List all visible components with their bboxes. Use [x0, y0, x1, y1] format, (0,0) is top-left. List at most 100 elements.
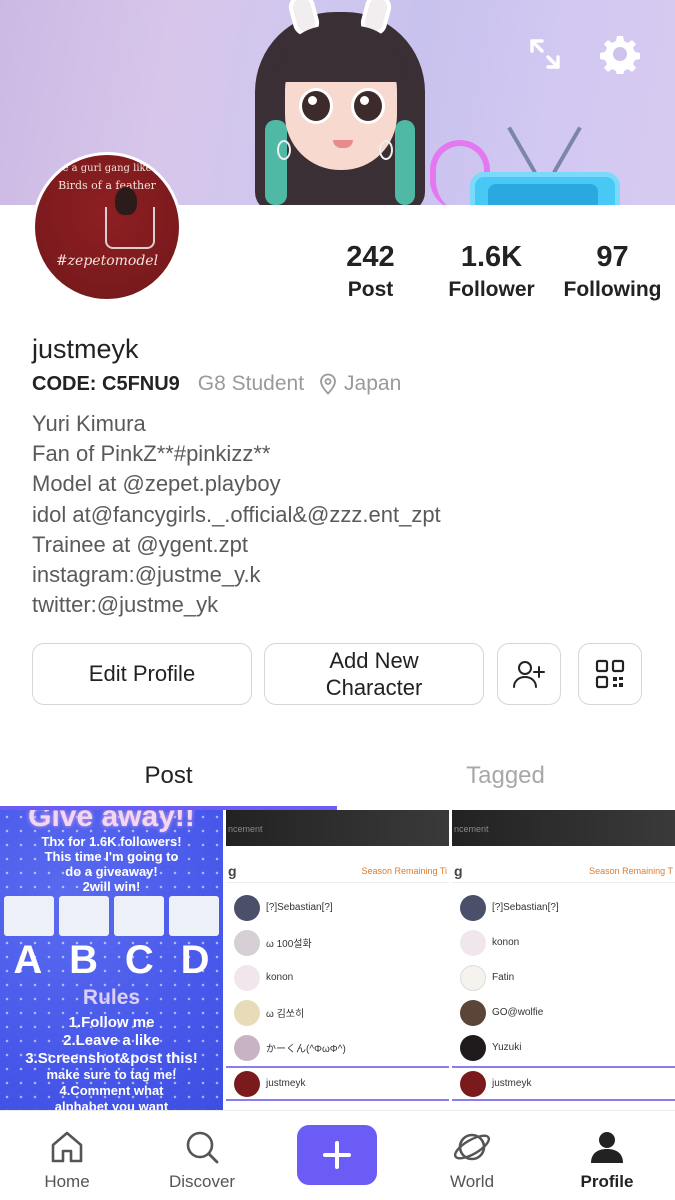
expand-icon	[530, 39, 560, 69]
letter: B	[69, 938, 99, 982]
letter: C	[124, 938, 154, 982]
divider	[226, 882, 449, 883]
bio-line: Model at @zepet.playboy	[32, 471, 281, 497]
ranking-name: justmeyk	[492, 1078, 532, 1089]
bio-line: instagram:@justme_y.k	[32, 562, 261, 588]
user-avatar	[234, 1070, 260, 1097]
search-icon	[186, 1131, 219, 1164]
stat-label: Following	[563, 278, 662, 301]
post-thumbnail-ranking[interactable]: ncement g Season Remaining Ti [?]Sebasti…	[226, 810, 449, 1110]
nav-label: Discover	[168, 1172, 236, 1191]
giveaway-line: do a giveaway!	[65, 864, 158, 879]
bio-line: Fan of PinkZ**#pinkizz**	[32, 441, 271, 467]
ranking-row: konon	[452, 925, 675, 960]
stat-follower[interactable]: 1.6K Follower	[431, 240, 552, 302]
item-necklace-thumbnail	[114, 896, 164, 936]
ranking-name: かーくん(^ΦωΦ^)	[266, 1044, 346, 1055]
ranking-title: g	[454, 863, 463, 879]
expand-button[interactable]	[523, 32, 567, 76]
location-pin-icon	[320, 373, 336, 395]
giveaway-items	[4, 896, 219, 936]
bottom-navigation: Home Discover World Profile	[0, 1110, 675, 1200]
ranking-header: g Season Remaining Ti	[226, 858, 449, 882]
ranking-row: Yuzuki	[452, 1030, 675, 1065]
nav-world[interactable]: World	[412, 1111, 532, 1200]
rule-line: make sure to tag me!	[46, 1067, 177, 1082]
divider	[452, 882, 675, 883]
season-remaining: Season Remaining Ti	[361, 866, 447, 876]
tv-antenna	[552, 126, 582, 174]
edit-profile-label: Edit Profile	[88, 661, 196, 686]
settings-button[interactable]	[598, 32, 642, 76]
giveaway-line: Thx for 1.6K followers!	[41, 834, 182, 849]
qr-code-button[interactable]	[578, 643, 642, 705]
user-avatar	[234, 964, 260, 991]
stat-value: 1.6K	[460, 241, 523, 273]
tv-antenna	[507, 126, 537, 174]
post-thumbnail-giveaway[interactable]: Give away!! Thx for 1.6K followers! This…	[0, 810, 223, 1110]
create-button[interactable]	[297, 1125, 377, 1185]
bio-line: Trainee at @ygent.zpt	[32, 531, 248, 557]
content-tabs: Post Tagged	[0, 748, 675, 810]
bio-line: idol at@fancygirls._.official&@zzz.ent_z…	[32, 501, 441, 527]
qr-code-icon	[595, 659, 625, 689]
ranking-row: ω 100설화	[226, 925, 449, 960]
hair-streak	[265, 120, 287, 205]
user-avatar	[460, 1034, 486, 1061]
ranking-row: GO@wolfie	[452, 995, 675, 1030]
user-avatar	[460, 999, 486, 1026]
add-new-character-button[interactable]: Add New Character	[264, 643, 484, 705]
profile-meta: CODE: C5FNU9 G8 Student Japan	[32, 372, 401, 396]
ranking-row: [?]Sebastian[?]	[452, 890, 675, 925]
profile-avatar[interactable]: e a gurl gang like Birds of a feather #z…	[32, 152, 182, 302]
rule-line: alphabet you want	[54, 1099, 169, 1110]
stat-value: 242	[346, 241, 395, 273]
ranking-row: konon	[226, 960, 449, 995]
user-avatar	[234, 894, 260, 921]
ranking-title: g	[228, 863, 237, 879]
nav-discover[interactable]: Discover	[142, 1111, 262, 1200]
profile-bio: Yuri Kimura Fan of PinkZ**#pinkizz** Mod…	[32, 409, 441, 620]
add-person-icon	[513, 661, 545, 688]
stat-following[interactable]: 97 Following	[552, 240, 673, 302]
stat-value: 97	[596, 241, 629, 273]
location: Japan	[318, 372, 401, 396]
ranking-row: かーくん(^ΦωΦ^)	[226, 1030, 449, 1065]
nav-label: Profile	[580, 1172, 634, 1191]
add-character-label-line2: Character	[325, 675, 423, 700]
screenshot-header: ncement	[226, 810, 449, 846]
ranking-name: [?]Sebastian[?]	[266, 902, 333, 913]
edit-profile-button[interactable]: Edit Profile	[32, 643, 252, 705]
plus-icon	[323, 1141, 351, 1169]
giveaway-title: Give away!!	[28, 810, 195, 833]
user-avatar	[460, 929, 486, 956]
character-eye	[299, 88, 333, 124]
letter: A	[13, 938, 43, 982]
season-remaining: Season Remaining T	[589, 866, 673, 876]
avatar-text: #zepetomodel	[55, 253, 159, 269]
screenshot-header: ncement	[452, 810, 675, 846]
avatar-text: Birds of a feather	[58, 179, 156, 192]
user-avatar	[460, 1070, 486, 1097]
home-icon	[51, 1131, 83, 1163]
tab-post[interactable]: Post	[0, 748, 337, 810]
person-icon	[591, 1132, 623, 1163]
character-eye	[351, 88, 385, 124]
giveaway-line: This time I'm going to	[44, 849, 179, 864]
ranking-name: Yuzuki	[492, 1042, 522, 1053]
post-thumbnail-ranking[interactable]: ncement g Season Remaining T [?]Sebastia…	[452, 810, 675, 1110]
find-friends-button[interactable]	[497, 643, 561, 705]
rule-line: 4.Comment what	[59, 1083, 164, 1098]
stat-post[interactable]: 242 Post	[310, 240, 431, 302]
ranking-header: g Season Remaining T	[452, 858, 675, 882]
rule-line: 2.Leave a like	[63, 1032, 160, 1049]
rule-line: 1.Follow me	[68, 1014, 155, 1031]
nav-home[interactable]: Home	[7, 1111, 127, 1200]
nav-profile[interactable]: Profile	[547, 1111, 667, 1200]
zepeto-code[interactable]: CODE: C5FNU9	[32, 373, 180, 396]
item-heart-thumbnail	[169, 896, 219, 936]
avatar-text: e a gurl gang like	[62, 163, 152, 174]
ranking-name: GO@wolfie	[492, 1007, 544, 1018]
avatar-cart	[105, 207, 155, 249]
tab-tagged[interactable]: Tagged	[337, 748, 674, 810]
